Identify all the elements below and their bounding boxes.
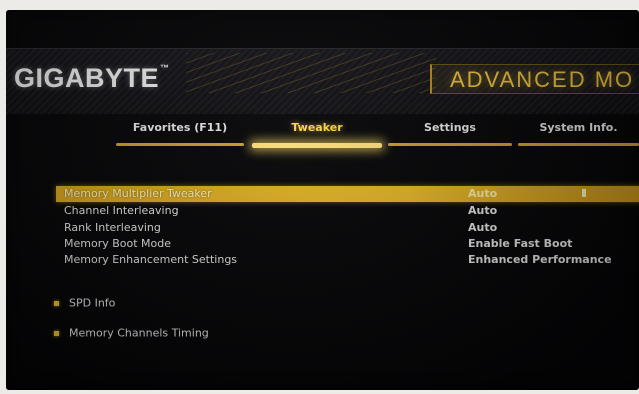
tab-label: System Info.: [539, 121, 618, 134]
tab-underline: [388, 143, 512, 146]
submenu-memory-channels-timing[interactable]: Memory Channels Timing: [54, 326, 209, 342]
setting-memory-enhancement[interactable]: Memory Enhancement Settings Enhanced Per…: [56, 252, 639, 268]
bios-screen: GIGABYTE™ ADVANCED MO Favorites (F11) Tw…: [6, 10, 639, 390]
tab-underline: [518, 143, 639, 146]
tab-label: Favorites (F11): [132, 121, 228, 134]
setting-memory-boot-mode[interactable]: Memory Boot Mode Enable Fast Boot: [56, 236, 639, 252]
bullet-icon: [54, 300, 59, 306]
header-decoration: [186, 53, 436, 93]
setting-label: Memory Multiplier Tweaker: [64, 187, 212, 200]
setting-value[interactable]: Auto: [468, 187, 497, 200]
brand-trademark: ™: [160, 63, 170, 73]
setting-label: Channel Interleaving: [64, 204, 179, 217]
setting-value[interactable]: Enhanced Performance: [468, 253, 612, 266]
tab-favorites[interactable]: Favorites (F11): [116, 120, 244, 148]
submenu-label: Memory Channels Timing: [69, 326, 209, 340]
mode-title: ADVANCED MO: [430, 64, 639, 94]
submenu-label: SPD Info: [69, 296, 116, 310]
tab-underline: [252, 143, 382, 148]
tab-settings[interactable]: Settings: [388, 120, 512, 148]
tab-underline: [116, 143, 244, 146]
photo-frame: GIGABYTE™ ADVANCED MO Favorites (F11) Tw…: [0, 0, 639, 394]
submenu-spd-info[interactable]: SPD Info: [54, 296, 115, 312]
setting-channel-interleaving[interactable]: Channel Interleaving Auto: [56, 203, 639, 219]
tab-label: Settings: [424, 121, 476, 134]
tab-tweaker[interactable]: Tweaker: [252, 120, 382, 148]
bios-header: GIGABYTE™ ADVANCED MO: [6, 48, 639, 114]
tab-system-info[interactable]: System Info.: [518, 120, 639, 148]
setting-label: Memory Enhancement Settings: [64, 253, 238, 266]
tab-label: Tweaker: [291, 121, 343, 134]
selection-cursor: [582, 189, 586, 197]
setting-label: Memory Boot Mode: [64, 237, 172, 250]
brand-name: GIGABYTE: [14, 63, 160, 93]
setting-value[interactable]: Auto: [468, 204, 497, 217]
setting-value[interactable]: Auto: [468, 221, 497, 234]
tab-bar: Favorites (F11) Tweaker Settings System …: [6, 114, 639, 154]
setting-rank-interleaving[interactable]: Rank Interleaving Auto: [56, 220, 639, 236]
brand-logo: GIGABYTE™: [14, 63, 170, 94]
setting-memory-multiplier-tweaker[interactable]: Memory Multiplier Tweaker Auto: [56, 186, 639, 202]
setting-value[interactable]: Enable Fast Boot: [468, 237, 572, 250]
setting-label: Rank Interleaving: [64, 221, 161, 234]
bullet-icon: [54, 330, 59, 336]
